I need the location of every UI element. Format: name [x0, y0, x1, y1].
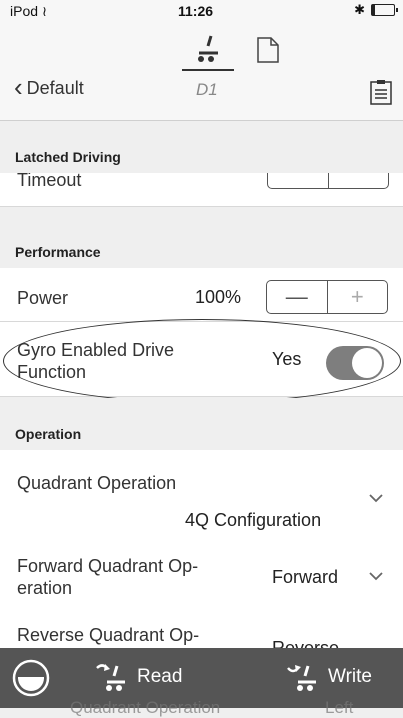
status-time: 11:26 — [178, 3, 214, 19]
section-title: Performance — [15, 244, 101, 260]
write-label: Write — [328, 666, 372, 687]
clipboard-icon[interactable] — [370, 79, 392, 105]
write-icon — [287, 665, 316, 691]
write-button[interactable]: Write — [286, 662, 372, 692]
gyro-toggle[interactable] — [326, 346, 384, 380]
connection-status-icon[interactable] — [12, 659, 50, 697]
row-label: Reverse Quadrant Op- — [17, 625, 200, 645]
timeout-stepper[interactable] — [267, 173, 389, 189]
status-bar: iPod ≀ 11:26 ✱ — [0, 0, 403, 20]
ghost-row: Quadrant Operation Left — [70, 698, 353, 718]
battery-icon — [371, 4, 398, 16]
latched-driving-header: Latched Driving — [0, 133, 403, 173]
read-label: Read — [137, 666, 183, 687]
row-value: Forward — [272, 567, 339, 587]
row-label: Forward Quadrant Op-eration — [17, 556, 199, 598]
performance-header: Performance — [0, 224, 403, 268]
power-label: Power — [17, 288, 69, 308]
gyro-value: Yes — [272, 349, 302, 369]
increment-button[interactable] — [327, 173, 389, 188]
operation-header: Operation — [0, 398, 403, 450]
decrement-button[interactable] — [268, 173, 328, 188]
chevron-left-icon: ‹ — [14, 72, 23, 102]
device-name: iPod — [10, 3, 39, 19]
gyro-label: Gyro Enabled Drive Function — [17, 340, 175, 382]
power-row[interactable]: Power 100% — + — [0, 268, 403, 322]
segment-underline — [182, 69, 234, 71]
increment-button[interactable]: + — [326, 281, 388, 313]
nav-header: ‹ Default D1 — [0, 20, 403, 121]
gyro-row[interactable]: Gyro Enabled Drive Function Yes — [0, 322, 403, 397]
page-title: D1 — [196, 80, 218, 99]
section-title: Operation — [15, 426, 82, 442]
wheelchair-icon[interactable] — [196, 34, 222, 64]
read-button[interactable]: Read — [95, 662, 182, 692]
section-title: Latched Driving — [15, 149, 121, 165]
read-icon — [96, 664, 125, 691]
chevron-down-icon — [369, 494, 383, 503]
back-label: Default — [26, 78, 84, 98]
reverse-quadrant-row[interactable]: Reverse Quadrant Op- Reverse — [0, 612, 403, 653]
row-value: 4Q Configuration — [185, 510, 322, 530]
bluetooth-icon: ✱ — [354, 2, 365, 17]
power-value: 100% — [195, 287, 242, 307]
ghost-value: Left — [325, 698, 354, 717]
quadrant-operation-row[interactable]: Quadrant Operation 4Q Configuration — [0, 450, 403, 544]
row-label: Quadrant Operation — [17, 473, 177, 493]
chevron-down-icon — [369, 572, 383, 581]
decrement-button[interactable]: — — [267, 281, 327, 313]
wifi-icon: ≀ — [41, 3, 48, 19]
toggle-knob — [352, 348, 382, 378]
forward-quadrant-row[interactable]: Forward Quadrant Op-eration Forward — [0, 543, 403, 613]
device-wifi: iPod ≀ — [10, 3, 47, 20]
timeout-label: Timeout — [17, 173, 82, 190]
power-stepper[interactable]: — + — [266, 280, 388, 314]
timeout-row[interactable]: Timeout — [0, 173, 403, 207]
document-icon[interactable] — [257, 37, 279, 63]
status-right: ✱ — [354, 2, 398, 18]
back-button[interactable]: ‹ Default — [14, 72, 84, 102]
